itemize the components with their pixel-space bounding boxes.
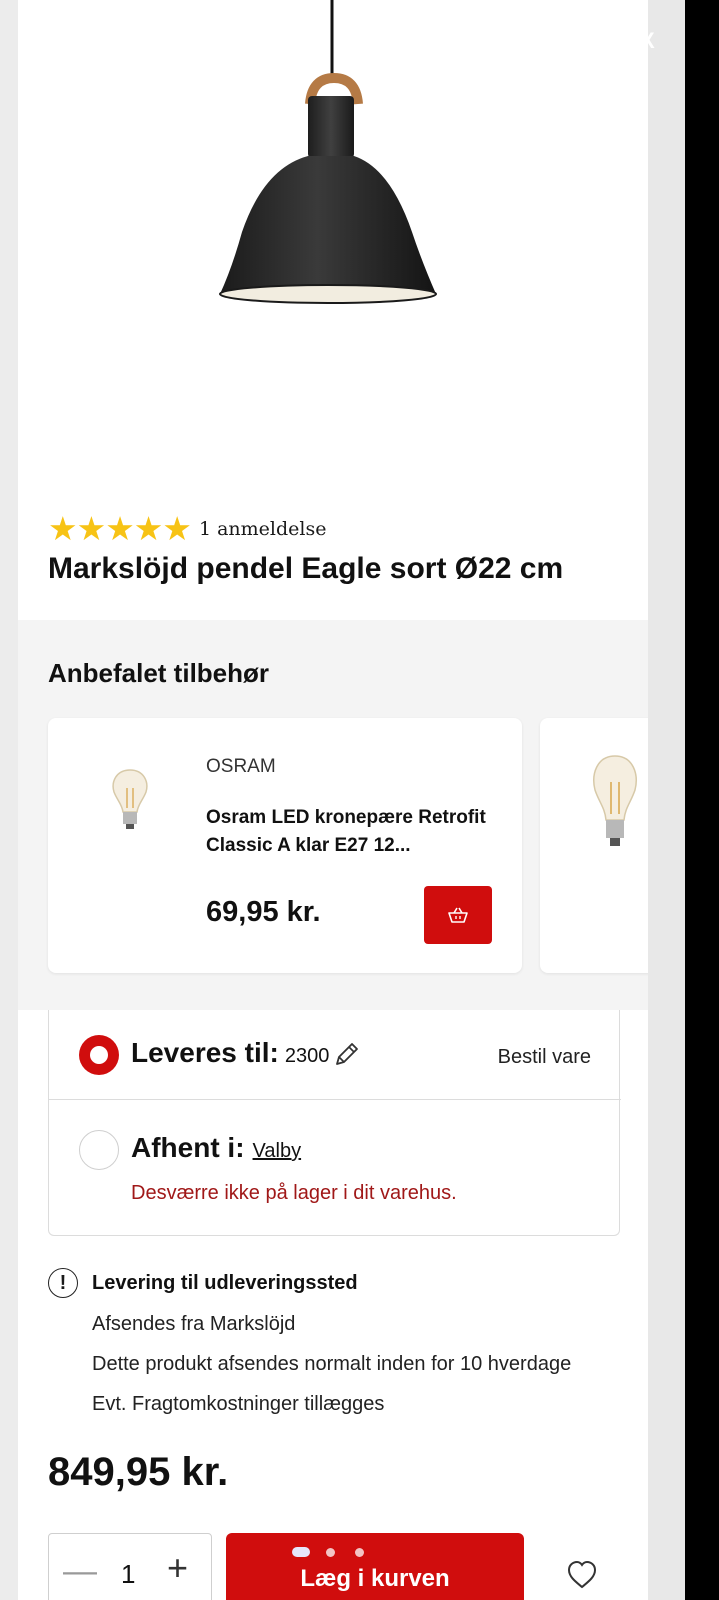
- light-bulb-image: [593, 755, 637, 846]
- star-icon: ★: [76, 509, 107, 548]
- info-icon: !: [48, 1268, 78, 1298]
- loading-dot: [355, 1547, 364, 1557]
- shipping-line: Afsendes fra Markslöjd: [92, 1313, 296, 1335]
- screen-edge: [685, 0, 719, 1600]
- accessories-heading: Anbefalet tilbehør: [48, 658, 270, 688]
- quantity-stepper: — 1 +: [48, 1533, 212, 1600]
- heart-icon[interactable]: [566, 1560, 598, 1590]
- side-gutter: [648, 0, 685, 1600]
- star-icon: ★: [48, 509, 78, 548]
- pendant-lamp-image: [219, 0, 437, 304]
- review-count-link[interactable]: 1 anmeldelse: [199, 518, 327, 540]
- accessory-brand: OSRAM: [206, 756, 276, 777]
- pickup-radio[interactable]: [79, 1130, 119, 1170]
- zip-code: 2300: [284, 1045, 330, 1067]
- basket-icon: [448, 907, 468, 923]
- delivery-option-pickup[interactable]: Afhent i: Valby Desværre ikke på lager i …: [49, 1100, 621, 1236]
- shipping-title: Levering til udleveringssted: [92, 1272, 358, 1294]
- product-price: 849,95 kr.: [48, 1450, 229, 1494]
- accessory-card[interactable]: OSRAM Osram LED kronepære Retrofit Class…: [48, 718, 522, 973]
- quantity-increase-button[interactable]: +: [167, 1550, 188, 1586]
- recommended-accessories: Anbefalet tilbehør OSRAM Osram LED krone…: [18, 620, 648, 1010]
- ship-label: Leveres til:: [131, 1037, 279, 1068]
- shipping-line: Evt. Fragtomkostninger tillægges: [92, 1393, 385, 1415]
- stock-status-message: Desværre ikke på lager i dit varehus.: [131, 1182, 457, 1204]
- add-accessory-to-cart-button[interactable]: [424, 886, 492, 944]
- delivery-option-ship[interactable]: Leveres til: 2300 Bestil vare: [49, 1010, 621, 1100]
- loading-dots: [292, 1547, 384, 1557]
- accessory-card[interactable]: [540, 718, 648, 973]
- product-title: Markslöjd pendel Eagle sort Ø22 cm: [48, 552, 564, 585]
- star-icon: ★: [162, 509, 192, 548]
- star-icon: ★: [105, 509, 135, 548]
- accessory-price: 69,95 kr.: [206, 896, 321, 928]
- ship-option-label: Leveres til: 2300: [131, 1037, 329, 1069]
- product-image[interactable]: [18, 0, 648, 490]
- loading-dot: [292, 1547, 310, 1557]
- add-to-cart-button[interactable]: Læg i kurven: [226, 1533, 524, 1600]
- light-bulb-image: [112, 769, 148, 829]
- shipping-line: Dette produkt afsendes normalt inden for…: [92, 1353, 572, 1375]
- rating[interactable]: ★ ★ ★ ★ ★ 1 anmeldelse: [48, 512, 326, 545]
- quantity-value[interactable]: 1: [121, 1559, 135, 1590]
- order-item-label: Bestil vare: [497, 1046, 591, 1068]
- ship-radio[interactable]: [79, 1035, 119, 1075]
- delivery-options: Leveres til: 2300 Bestil vare Afhent i: Va…: [48, 1010, 621, 1236]
- pickup-option-label: Afhent i: Valby: [131, 1132, 301, 1164]
- accessory-name[interactable]: Osram LED kronepære Retrofit Classic A k…: [206, 804, 506, 860]
- store-link[interactable]: Valby: [253, 1140, 302, 1162]
- pencil-icon[interactable]: [333, 1040, 361, 1068]
- product-page: ★ ★ ★ ★ ★ 1 anmeldelse Markslöjd pendel …: [18, 0, 648, 1600]
- pickup-label: Afhent i:: [131, 1132, 245, 1163]
- loading-dot: [326, 1547, 335, 1557]
- star-rating: ★ ★ ★ ★ ★: [48, 509, 192, 548]
- add-to-cart-label: Læg i kurven: [300, 1565, 450, 1592]
- star-icon: ★: [133, 509, 164, 548]
- quantity-decrease-button[interactable]: —: [63, 1554, 97, 1588]
